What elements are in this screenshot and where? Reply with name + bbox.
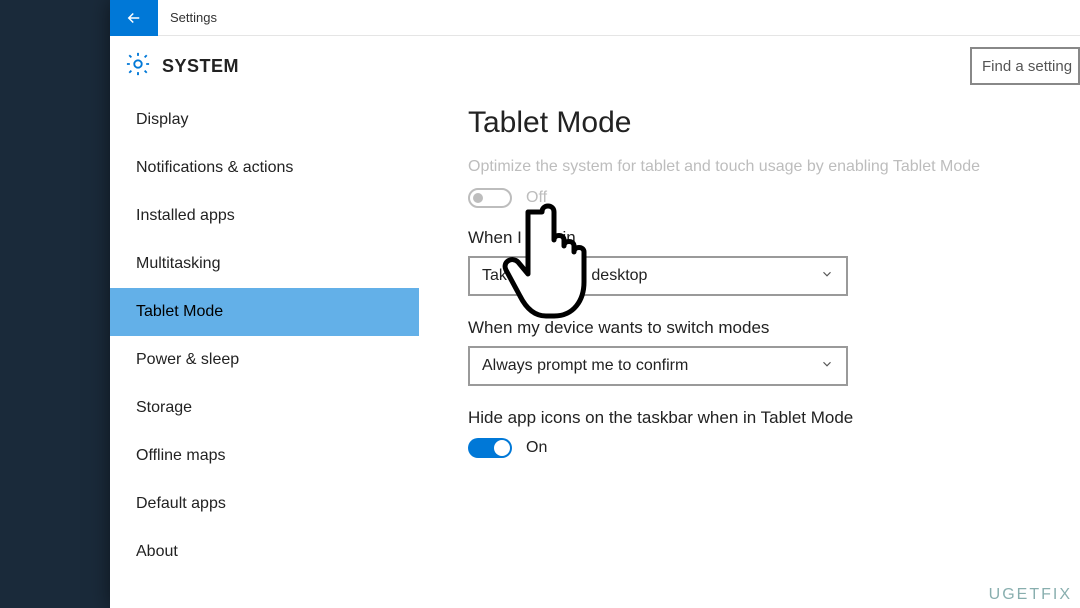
sidebar-item-label: Installed apps [136,207,235,225]
signin-label: When I sign in [468,228,1052,248]
optimize-description: Optimize the system for tablet and touch… [468,156,988,178]
sidebar-item-label: Storage [136,399,192,417]
title-bar: Settings [110,0,1080,36]
sidebar-item-label: Offline maps [136,447,226,465]
sidebar-item-notifications[interactable]: Notifications & actions [110,144,419,192]
window-title: Settings [170,10,217,25]
hide-icons-toggle-row: On [468,438,1052,458]
search-input[interactable]: Find a setting [970,47,1080,85]
sidebar-item-about[interactable]: About [110,528,419,576]
sidebar-item-label: Multitasking [136,255,220,273]
system-label: SYSTEM [162,56,239,77]
sidebar-item-power-sleep[interactable]: Power & sleep [110,336,419,384]
header-row: SYSTEM Find a setting [110,36,1080,96]
chevron-down-icon [820,267,834,286]
content-pane: Tablet Mode Optimize the system for tabl… [420,96,1080,608]
back-button[interactable] [110,0,158,36]
optimize-toggle[interactable] [468,188,512,208]
system-heading: SYSTEM [124,50,239,83]
optimize-toggle-state: Off [526,189,547,207]
hide-icons-label: Hide app icons on the taskbar when in Ta… [468,408,1052,428]
search-placeholder: Find a setting [982,58,1072,75]
sidebar-item-installed-apps[interactable]: Installed apps [110,192,419,240]
sidebar-item-display[interactable]: Display [110,96,419,144]
sidebar-item-multitasking[interactable]: Multitasking [110,240,419,288]
body: Display Notifications & actions Installe… [110,96,1080,608]
watermark: UGETFIX [989,586,1072,604]
sidebar-item-offline-maps[interactable]: Offline maps [110,432,419,480]
sidebar-item-label: Notifications & actions [136,159,293,177]
hide-icons-toggle[interactable] [468,438,512,458]
optimize-toggle-row: Off [468,188,1052,208]
sidebar-item-default-apps[interactable]: Default apps [110,480,419,528]
sidebar-item-label: Display [136,111,188,129]
sidebar-item-storage[interactable]: Storage [110,384,419,432]
switch-modes-dropdown[interactable]: Always prompt me to confirm [468,346,848,386]
chevron-down-icon [820,357,834,376]
signin-dropdown-value: Take me to the desktop [482,267,647,285]
sidebar-item-tablet-mode[interactable]: Tablet Mode [110,288,419,336]
sidebar: Display Notifications & actions Installe… [110,96,420,608]
gear-icon [124,50,152,83]
sidebar-item-label: About [136,543,178,561]
page-title: Tablet Mode [468,106,1052,140]
switch-modes-label: When my device wants to switch modes [468,318,1052,338]
switch-modes-dropdown-value: Always prompt me to confirm [482,357,688,375]
signin-dropdown[interactable]: Take me to the desktop [468,256,848,296]
hide-icons-toggle-state: On [526,439,547,457]
settings-window: Settings SYSTEM Find a setting Display N… [110,0,1080,608]
sidebar-item-label: Tablet Mode [136,303,223,321]
sidebar-item-label: Power & sleep [136,351,239,369]
sidebar-item-label: Default apps [136,495,226,513]
arrow-left-icon [125,9,143,27]
